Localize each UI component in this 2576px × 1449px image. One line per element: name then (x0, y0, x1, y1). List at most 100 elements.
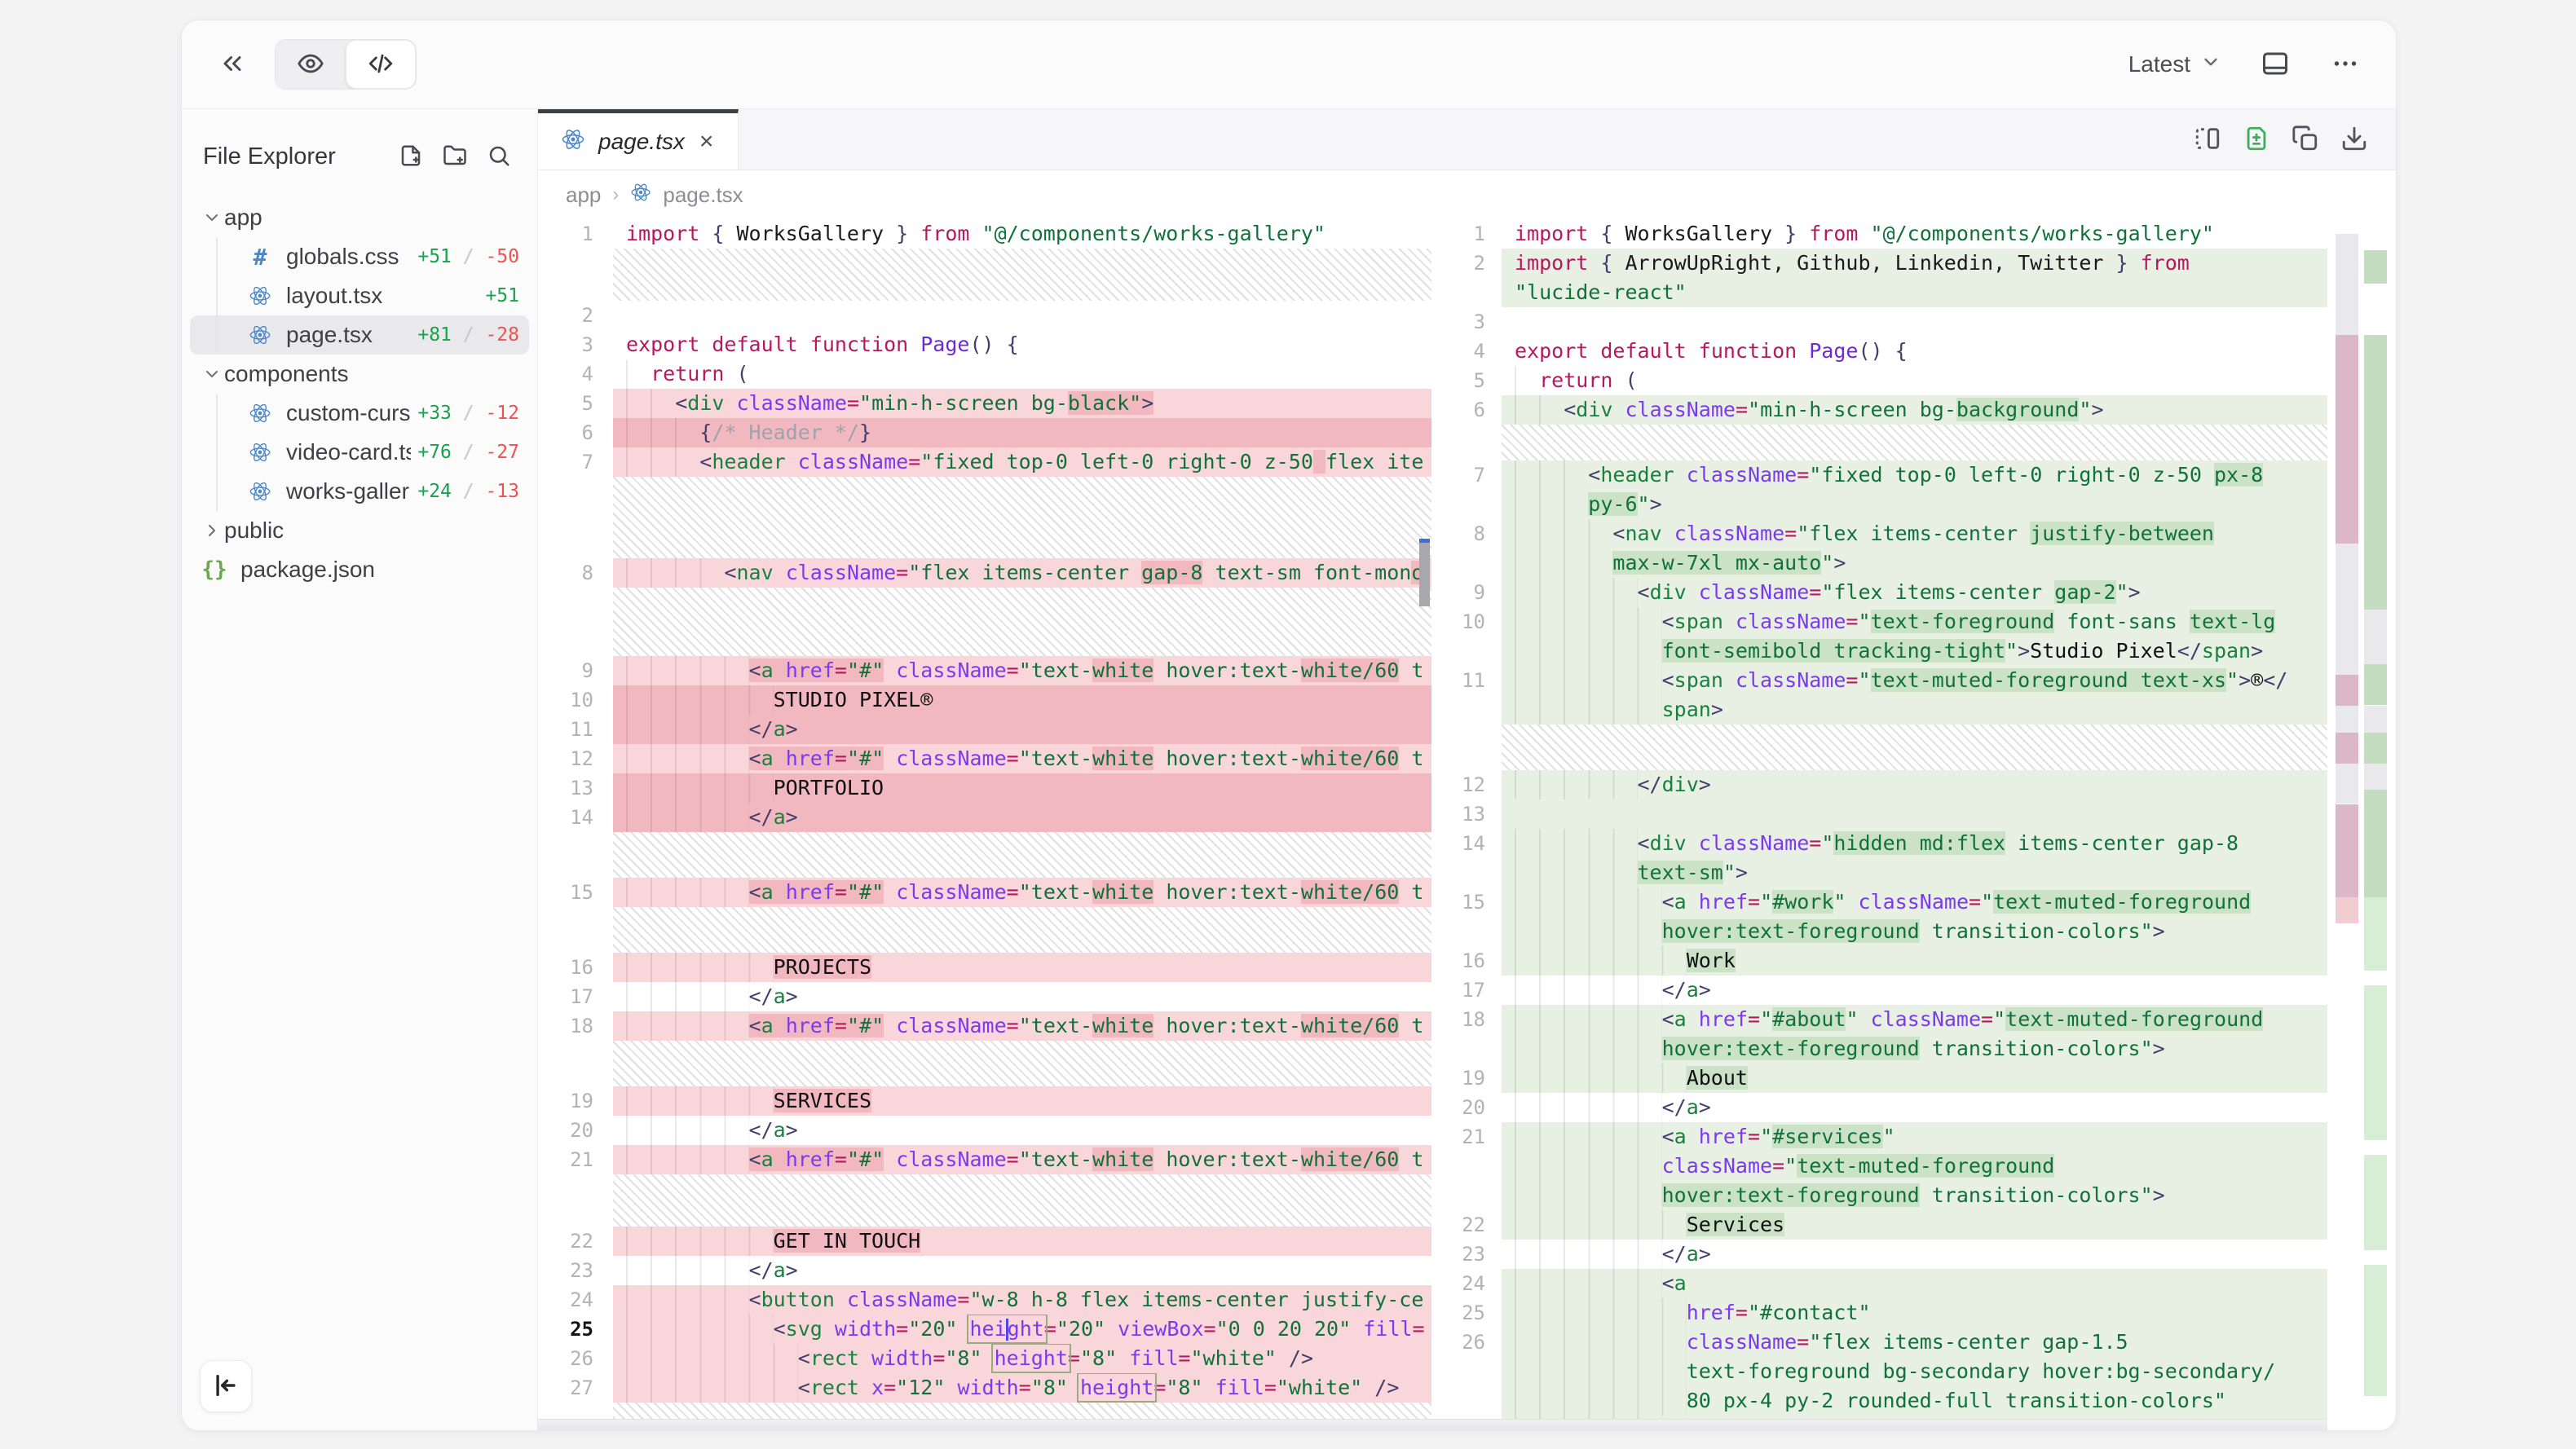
new-file-button[interactable] (392, 137, 430, 177)
tab-close-button[interactable]: × (698, 128, 716, 156)
code-line[interactable]: 16 PROJECTS (538, 953, 1431, 982)
code-line[interactable]: 14 </a> (538, 803, 1431, 832)
sidebar-file-package.json[interactable]: {}package.json (190, 550, 529, 589)
code-line[interactable]: text-sm"> (1431, 858, 2327, 887)
code-line[interactable]: 8 <nav className="flex items-center gap-… (538, 558, 1431, 588)
code-line[interactable]: 3 (1431, 307, 2327, 337)
code-line[interactable]: 12 </div> (1431, 770, 2327, 799)
code-line[interactable]: 2 (538, 301, 1431, 330)
collapse-panel-button[interactable] (211, 42, 254, 87)
sidebar-file-custom-curs[interactable]: custom-curs…+33 / -12 (190, 394, 529, 433)
code-line[interactable]: max-w-7xl mx-auto"> (1431, 548, 2327, 578)
search-files-button[interactable] (480, 137, 518, 177)
code-line[interactable]: 16 Work (1431, 946, 2327, 976)
code-line[interactable]: 5 <div className="min-h-screen bg-black"… (538, 389, 1431, 418)
horizontal-scrollbar[interactable] (538, 1419, 2327, 1430)
code-line[interactable]: 7 <header className="fixed top-0 left-0 … (1431, 460, 2327, 490)
code-line[interactable]: 9 <a href="#" className="text-white hove… (538, 656, 1431, 685)
code-line[interactable]: 23 </a> (538, 1256, 1431, 1285)
collapsed-region[interactable] (1431, 425, 2327, 460)
code-line[interactable]: 2import { ArrowUpRight, Github, Linkedin… (1431, 249, 2327, 278)
new-folder-button[interactable] (436, 137, 474, 177)
code-line[interactable]: 80 px-4 py-2 rounded-full transition-col… (1431, 1386, 2327, 1416)
code-line[interactable]: 7 <header className="fixed top-0 left-0 … (538, 447, 1431, 477)
collapsed-region[interactable] (538, 907, 1431, 953)
code-line[interactable]: 12 <a href="#" className="text-white hov… (538, 744, 1431, 773)
code-line[interactable]: 10 <span className="text-foreground font… (1431, 607, 2327, 636)
code-line[interactable]: hover:text-foreground transition-colors"… (1431, 1034, 2327, 1064)
code-line[interactable]: hover:text-foreground transition-colors"… (1431, 1181, 2327, 1210)
collapsed-region[interactable] (538, 832, 1431, 878)
version-dropdown[interactable]: Latest (2124, 51, 2226, 79)
code-line[interactable]: 13 (1431, 799, 2327, 829)
code-line[interactable]: 14 <div className="hidden md:flex items-… (1431, 829, 2327, 858)
file-diff-button[interactable] (2236, 118, 2277, 161)
sidebar-file-layout.tsx[interactable]: layout.tsx+51 (190, 276, 529, 315)
sidebar-file-video-card.tsx[interactable]: video-card.tsx+76 / -27 (190, 433, 529, 472)
collapsed-region[interactable] (538, 588, 1431, 656)
code-line[interactable]: 25 href="#contact" (1431, 1298, 2327, 1328)
code-line[interactable]: 15 <a href="#work" className="text-muted… (1431, 887, 2327, 917)
collapsed-region[interactable] (538, 477, 1431, 558)
diff-pane-old[interactable]: 1import { WorksGallery } from "@/compone… (538, 219, 1431, 1430)
tab-page-tsx[interactable]: page.tsx × (538, 109, 739, 170)
copy-button[interactable] (2285, 118, 2326, 161)
code-line[interactable]: 24 <button className="w-8 h-8 flex items… (538, 1285, 1431, 1315)
sidebar-file-page.tsx[interactable]: page.tsx+81 / -28 (190, 315, 529, 355)
collapse-sidebar-button[interactable] (200, 1360, 252, 1412)
code-line[interactable]: font-semibold tracking-tight">Studio Pix… (1431, 636, 2327, 666)
code-line[interactable]: 11 <span className="text-muted-foregroun… (1431, 666, 2327, 695)
code-line[interactable]: 20 </a> (1431, 1093, 2327, 1122)
sidebar-folder-app[interactable]: app (190, 198, 529, 237)
code-line[interactable]: 6 {/* Header */} (538, 418, 1431, 447)
panel-bottom-button[interactable] (2254, 42, 2296, 87)
code-line[interactable]: py-6"> (1431, 490, 2327, 519)
code-line[interactable]: span> (1431, 695, 2327, 724)
code-line[interactable]: 3export default function Page() { (538, 330, 1431, 359)
code-line[interactable]: 9 <div className="flex items-center gap-… (1431, 578, 2327, 607)
diff-minimap[interactable] (2336, 224, 2388, 1417)
code-line[interactable]: 17 </a> (1431, 976, 2327, 1005)
code-line[interactable]: 4export default function Page() { (1431, 337, 2327, 366)
diff-pane-new[interactable]: 1import { WorksGallery } from "@/compone… (1431, 219, 2396, 1430)
sidebar-folder-components[interactable]: components (190, 355, 529, 394)
code-line[interactable]: 26 <rect width="8" height="8" fill="whit… (538, 1344, 1431, 1373)
code-line[interactable]: className="text-muted-foreground (1431, 1152, 2327, 1181)
code-line[interactable]: 4 return ( (538, 359, 1431, 389)
sidebar-file-works-galler[interactable]: works-galler…+24 / -13 (190, 472, 529, 511)
code-line[interactable]: hover:text-foreground transition-colors"… (1431, 917, 2327, 946)
breadcrumb-root[interactable]: app (566, 183, 601, 208)
code-line[interactable]: 17 </a> (538, 982, 1431, 1011)
code-line[interactable]: 18 <a href="#" className="text-white hov… (538, 1011, 1431, 1041)
code-line[interactable]: 15 <a href="#" className="text-white hov… (538, 878, 1431, 907)
code-line[interactable]: 10 STUDIO PIXEL® (538, 685, 1431, 715)
code-line[interactable]: 25 <svg width="20" height="20" viewBox="… (538, 1315, 1431, 1344)
code-line[interactable]: 13 PORTFOLIO (538, 773, 1431, 803)
code-line[interactable]: 21 <a href="#" className="text-white hov… (538, 1145, 1431, 1174)
collapsed-region[interactable] (538, 1174, 1431, 1227)
code-line[interactable]: 8 <nav className="flex items-center just… (1431, 519, 2327, 548)
code-line[interactable]: 22 GET IN TOUCH (538, 1227, 1431, 1256)
code-line[interactable]: 18 <a href="#about" className="text-mute… (1431, 1005, 2327, 1034)
code-line[interactable]: text-foreground bg-secondary hover:bg-se… (1431, 1357, 2327, 1386)
code-line[interactable]: 22 Services (1431, 1210, 2327, 1240)
collapsed-region[interactable] (538, 249, 1431, 301)
vertical-scrollbar-thumb[interactable] (1419, 539, 1430, 606)
code-line[interactable]: 1import { WorksGallery } from "@/compone… (538, 219, 1431, 249)
code-line[interactable]: 5 return ( (1431, 366, 2327, 395)
collapsed-region[interactable] (538, 1041, 1431, 1086)
code-line[interactable]: 24 <a (1431, 1269, 2327, 1298)
code-line[interactable]: 11 </a> (538, 715, 1431, 744)
preview-toggle-button[interactable] (276, 40, 346, 89)
code-line[interactable]: 20 </a> (538, 1116, 1431, 1145)
sidebar-folder-public[interactable]: public (190, 511, 529, 550)
code-line[interactable]: 6 <div className="min-h-screen bg-backgr… (1431, 395, 2327, 425)
code-line[interactable]: 26 className="flex items-center gap-1.5 (1431, 1328, 2327, 1357)
collapsed-region[interactable] (1431, 724, 2327, 770)
code-line[interactable]: 19 SERVICES (538, 1086, 1431, 1116)
code-line[interactable]: "lucide-react" (1431, 278, 2327, 307)
code-line[interactable]: 21 <a href="#services" (1431, 1122, 2327, 1152)
code-line[interactable]: 27 <rect x="12" width="8" height="8" fil… (538, 1373, 1431, 1403)
sidebar-file-globals.css[interactable]: #globals.css+51 / -50 (190, 237, 529, 276)
code-line[interactable]: 1import { WorksGallery } from "@/compone… (1431, 219, 2327, 249)
